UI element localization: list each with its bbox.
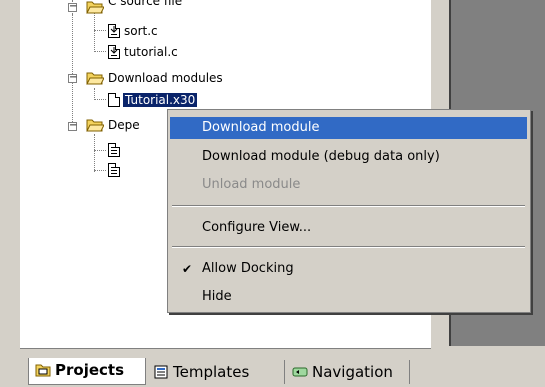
tree-item-tutorial-c[interactable]: tutorial.c <box>124 45 178 59</box>
source-file-icon <box>108 24 120 38</box>
projects-icon <box>35 364 51 377</box>
tree-guide-line <box>94 30 106 31</box>
folder-open-icon <box>86 72 104 85</box>
module-file-icon <box>108 93 120 107</box>
folder-open-icon <box>86 1 104 14</box>
tree-guide-line <box>94 51 106 52</box>
menu-item-download-module-debug[interactable]: Download module (debug data only) <box>170 146 527 168</box>
menu-separator <box>172 246 525 248</box>
tab-templates[interactable]: Templates <box>147 360 285 384</box>
tab-templates-label: Templates <box>173 363 250 381</box>
tree-guide-line <box>94 134 95 172</box>
context-menu: Download module Download module (debug d… <box>167 109 531 313</box>
panel-tab-bar: Projects Templates Navigation <box>0 352 545 387</box>
tree-guide-line <box>72 14 73 128</box>
menu-item-hide[interactable]: Hide <box>170 286 527 308</box>
tab-navigation-label: Navigation <box>312 363 393 381</box>
tab-projects[interactable]: Projects <box>28 358 146 385</box>
menu-item-download-module[interactable]: Download module <box>170 117 527 139</box>
menu-separator <box>172 205 525 207</box>
collapse-toggle[interactable]: − <box>68 2 77 12</box>
folder-open-icon <box>86 119 104 132</box>
menu-item-allow-docking[interactable]: Allow Docking <box>170 258 527 280</box>
menu-item-allow-docking-row[interactable]: ✔ Allow Docking <box>170 258 527 280</box>
tree-item-sort-c[interactable]: sort.c <box>124 24 158 38</box>
tree-guide-line <box>94 12 95 52</box>
tree-guide-line <box>94 150 106 151</box>
source-file-icon <box>108 45 120 59</box>
tree-guide-line <box>94 99 106 100</box>
tree-item-tutorial-x30[interactable]: Tutorial.x30 <box>121 92 199 108</box>
collapse-toggle[interactable]: − <box>68 121 77 131</box>
tab-projects-label: Projects <box>55 361 125 379</box>
tree-item-c-source[interactable]: C source file <box>108 0 182 9</box>
tree-item-dependencies[interactable]: Depe <box>108 118 140 132</box>
menu-item-unload-module: Unload module <box>202 177 301 192</box>
templates-icon <box>154 365 168 379</box>
navigation-icon <box>292 367 308 377</box>
tab-navigation[interactable]: Navigation <box>286 360 410 384</box>
tree-guide-line <box>94 170 106 171</box>
left-frame <box>0 0 20 352</box>
menu-item-configure-view[interactable]: Configure View... <box>170 217 527 239</box>
header-file-icon <box>108 143 120 157</box>
header-file-icon <box>108 163 120 177</box>
collapse-toggle[interactable]: − <box>68 73 77 83</box>
tree-item-download-modules[interactable]: Download modules <box>108 71 223 85</box>
